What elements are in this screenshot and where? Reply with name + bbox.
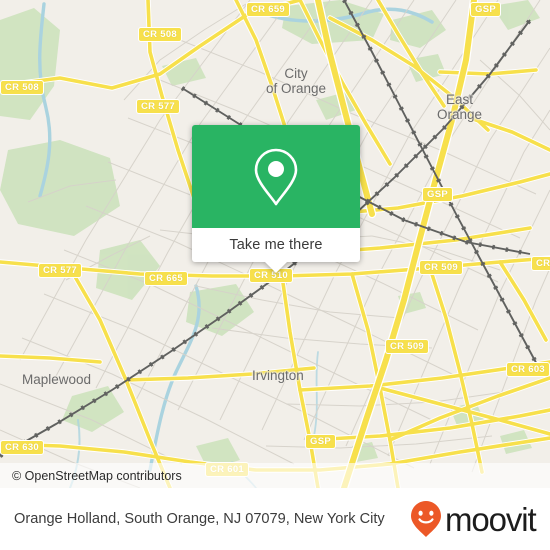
road-shield: CR 509 xyxy=(531,256,550,271)
road-shield: GSP xyxy=(470,2,501,17)
road-shield: CR 659 xyxy=(246,2,291,17)
osm-attribution-text[interactable]: © OpenStreetMap contributors xyxy=(0,469,182,483)
road-shield: GSP xyxy=(422,187,453,202)
callout-pointer-tail xyxy=(265,262,287,273)
place-label: Maplewood xyxy=(22,372,92,387)
road-shield: GSP xyxy=(305,434,336,449)
place-label: City of Orange xyxy=(266,66,327,96)
moovit-location-screenshot: CR 659 GSP CR 508 CR 508 CR 577 GSP CR 577 CR 6… xyxy=(0,0,550,550)
map-canvas[interactable]: CR 659 GSP CR 508 CR 508 CR 577 GSP CR 577 CR 6… xyxy=(0,0,550,488)
road-shield: CR 509 xyxy=(385,339,430,354)
take-me-there-label: Take me there xyxy=(229,237,323,253)
map-attribution-bar: © OpenStreetMap contributors xyxy=(0,463,550,488)
place-label: East Orange xyxy=(437,92,483,122)
callout-action-bar[interactable]: Take me there xyxy=(192,228,360,262)
moovit-logo[interactable]: moovit xyxy=(409,499,537,539)
road-shield: CR 577 xyxy=(38,263,83,278)
road-shield: CR 508 xyxy=(0,80,45,95)
map-pin-icon xyxy=(254,148,298,205)
location-callout-card[interactable]: Take me there xyxy=(192,125,360,273)
road-shield: CR 630 xyxy=(0,440,45,455)
footer-bar: Orange Holland, South Orange, NJ 07079, … xyxy=(0,488,550,550)
road-shield: CR 603 xyxy=(506,362,550,377)
road-shield: CR 577 xyxy=(136,99,181,114)
road-shield: CR 665 xyxy=(144,271,189,286)
place-label: Irvington xyxy=(252,368,304,383)
moovit-smiley-pin-icon xyxy=(411,501,441,537)
callout-image-area xyxy=(192,125,360,228)
address-text: Orange Holland, South Orange, NJ 07079, … xyxy=(14,510,385,527)
road-shield: CR 509 xyxy=(419,260,464,275)
road-shield: CR 508 xyxy=(138,27,183,42)
moovit-wordmark: moovit xyxy=(445,500,537,538)
